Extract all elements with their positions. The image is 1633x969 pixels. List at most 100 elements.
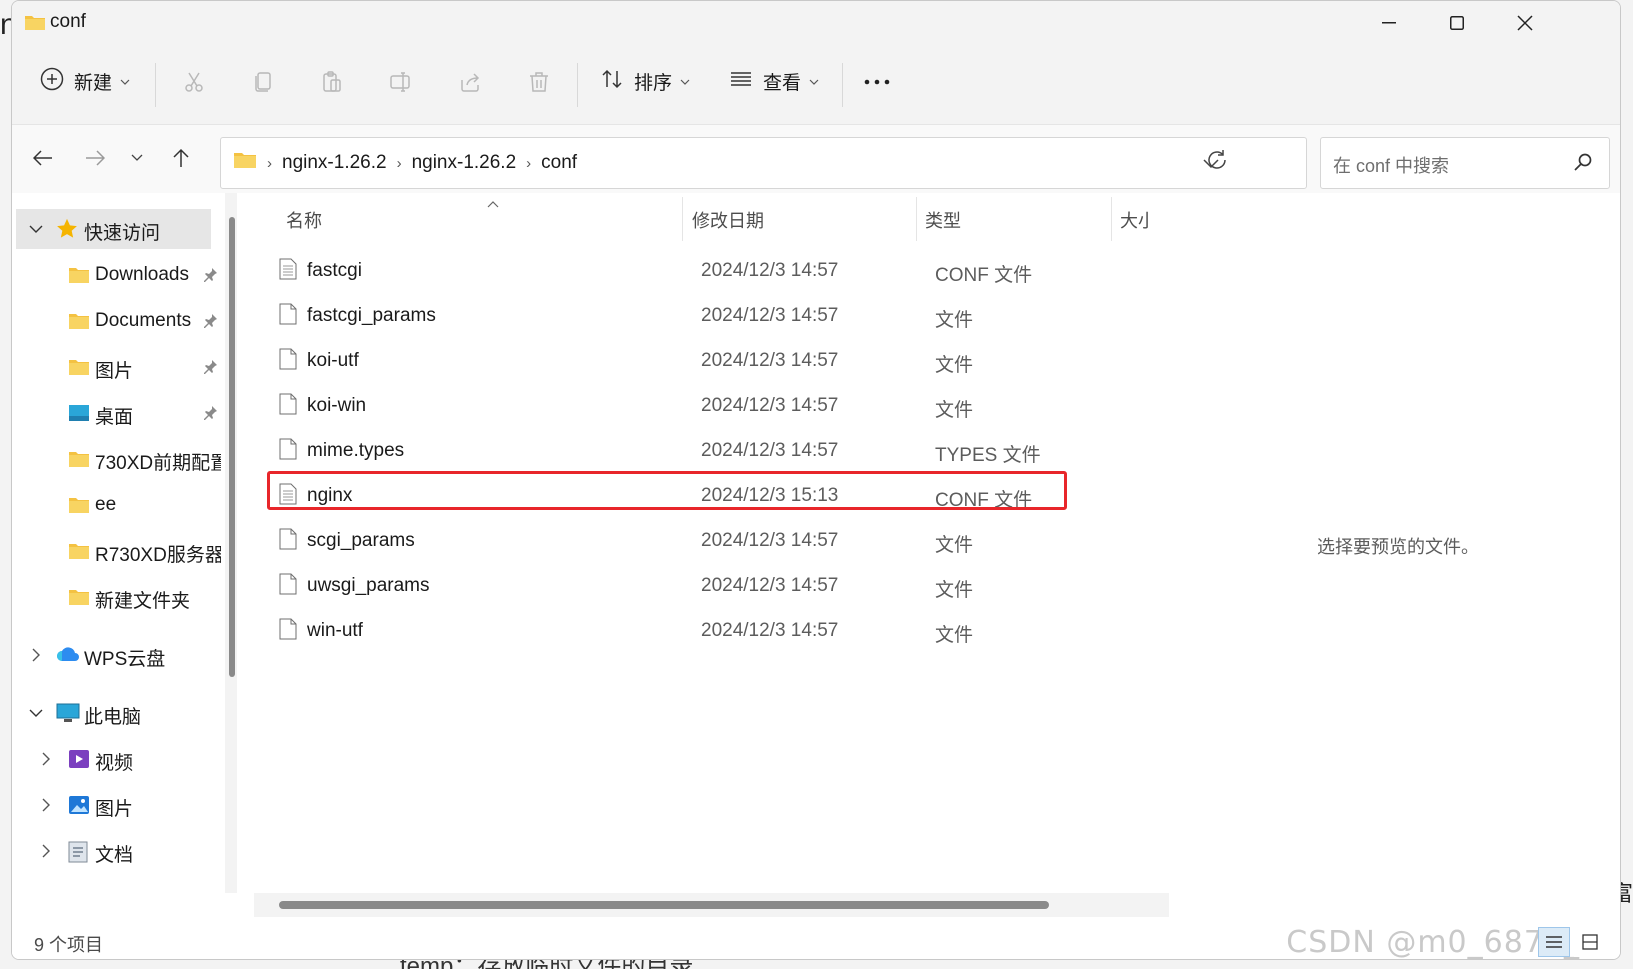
- column-divider[interactable]: [916, 197, 917, 241]
- chevron-down-icon: [809, 72, 819, 90]
- file-icon: [279, 573, 297, 600]
- details-view-icon[interactable]: [1538, 927, 1570, 957]
- share-icon[interactable]: [453, 65, 487, 99]
- sidebar-item-videos[interactable]: 视频: [16, 739, 221, 779]
- sidebar-item-quick-access[interactable]: 快速访问: [16, 209, 211, 249]
- delete-icon[interactable]: [522, 65, 556, 99]
- file-row[interactable]: mime.types 2024/12/3 14:57 TYPES 文件: [269, 429, 1169, 473]
- sidebar-item-pictures[interactable]: 图片: [16, 347, 221, 387]
- sidebar-scrollbar-thumb[interactable]: [229, 217, 235, 677]
- sidebar-item-this-pc[interactable]: 此电脑: [16, 693, 221, 733]
- sidebar-item-label: 文档: [95, 845, 134, 866]
- sidebar-item-wps-cloud[interactable]: WPS云盘: [16, 635, 221, 675]
- search-input[interactable]: 在 conf 中搜索: [1320, 137, 1610, 189]
- star-icon: [56, 218, 78, 246]
- file-modified-date: 2024/12/3 14:57: [701, 260, 839, 281]
- view-button[interactable]: 查看: [729, 59, 819, 103]
- forward-button[interactable]: [78, 141, 112, 175]
- address-bar[interactable]: › nginx-1.26.2 › nginx-1.26.2 › conf: [220, 137, 1307, 189]
- sidebar-item-label: 此电脑: [84, 707, 142, 728]
- column-header-name[interactable]: 名称: [286, 207, 322, 233]
- chevron-right-icon: [26, 645, 46, 665]
- maximize-button[interactable]: [1434, 7, 1480, 39]
- sidebar-item-ee[interactable]: ee: [16, 485, 221, 525]
- paste-icon[interactable]: [315, 65, 349, 99]
- video-icon: [68, 749, 90, 775]
- horizontal-scrollbar-thumb[interactable]: [279, 901, 1049, 909]
- column-header-size[interactable]: 大小: [1120, 207, 1150, 233]
- chevron-down-icon: [680, 72, 690, 90]
- folder-icon: [24, 13, 46, 36]
- image-icon: [68, 795, 90, 821]
- sidebar-item-new-folder[interactable]: 新建文件夹: [16, 577, 221, 617]
- file-type: 文件: [935, 580, 974, 601]
- more-options-icon[interactable]: [860, 65, 894, 99]
- toolbar-divider: [155, 63, 156, 107]
- file-name: win-utf: [307, 620, 363, 641]
- close-button[interactable]: [1502, 7, 1548, 39]
- file-row[interactable]: win-utf 2024/12/3 14:57 文件: [269, 609, 1169, 653]
- sidebar-item-label: 快速访问: [84, 223, 161, 244]
- sidebar-item-desktop[interactable]: 桌面: [16, 393, 221, 433]
- minimize-button[interactable]: [1366, 7, 1412, 39]
- file-modified-date: 2024/12/3 14:57: [701, 350, 839, 371]
- computer-icon: [56, 703, 80, 729]
- command-bar: 新建 排序 查看: [12, 45, 1620, 125]
- new-button[interactable]: 新建: [40, 59, 130, 103]
- breadcrumb-item[interactable]: nginx-1.26.2: [282, 152, 387, 174]
- file-type: TYPES 文件: [935, 445, 1041, 466]
- sidebar-item-730xd[interactable]: 730XD前期配置: [16, 439, 221, 479]
- conf-file-icon: [279, 258, 297, 285]
- recent-locations-button[interactable]: [120, 141, 154, 175]
- highlight-box: [267, 471, 1067, 510]
- search-icon[interactable]: [1573, 152, 1593, 177]
- sort-button-label: 排序: [634, 72, 673, 94]
- file-row[interactable]: fastcgi 2024/12/3 14:57 CONF 文件: [269, 249, 1169, 293]
- breadcrumb-item[interactable]: conf: [541, 152, 577, 174]
- chevron-right-icon: ›: [267, 154, 272, 172]
- up-button[interactable]: [164, 141, 198, 175]
- file-row[interactable]: scgi_params 2024/12/3 14:57 文件: [269, 519, 1169, 563]
- folder-icon: [68, 450, 90, 474]
- file-icon: [279, 528, 297, 555]
- chevron-right-icon: [36, 841, 56, 861]
- sort-button[interactable]: 排序: [600, 59, 690, 103]
- file-row[interactable]: fastcgi_params 2024/12/3 14:57 文件: [269, 294, 1169, 338]
- file-type: 文件: [935, 400, 974, 421]
- sidebar-item-r730xd[interactable]: R730XD服务器: [16, 531, 221, 571]
- cut-icon[interactable]: [177, 65, 211, 99]
- file-row[interactable]: koi-utf 2024/12/3 14:57 文件: [269, 339, 1169, 383]
- file-modified-date: 2024/12/3 14:57: [701, 620, 839, 641]
- column-header-type[interactable]: 类型: [925, 207, 961, 233]
- sidebar-item-pc-pictures[interactable]: 图片: [16, 785, 221, 825]
- sidebar-item-documents[interactable]: Documents: [16, 301, 221, 341]
- chevron-down-icon: [26, 703, 46, 723]
- pin-icon: [204, 359, 218, 381]
- folder-icon: [68, 312, 90, 336]
- file-name: mime.types: [307, 440, 405, 461]
- file-icon: [279, 303, 297, 330]
- back-button[interactable]: [26, 141, 60, 175]
- desktop-icon: [68, 404, 90, 428]
- rename-icon[interactable]: [384, 65, 418, 99]
- column-divider[interactable]: [682, 197, 683, 241]
- preview-message: 选择要预览的文件。: [1317, 537, 1479, 557]
- file-row[interactable]: koi-win 2024/12/3 14:57 文件: [269, 384, 1169, 428]
- cloud-icon: [56, 645, 80, 669]
- sidebar-item-downloads[interactable]: Downloads: [16, 255, 221, 295]
- column-divider[interactable]: [1111, 197, 1112, 241]
- tiles-view-icon[interactable]: [1574, 927, 1606, 957]
- file-icon: [279, 438, 297, 465]
- address-row: › nginx-1.26.2 › nginx-1.26.2 › conf 在 c…: [12, 125, 1620, 193]
- folder-icon: [68, 542, 90, 566]
- breadcrumb-item[interactable]: nginx-1.26.2: [412, 152, 517, 174]
- file-row[interactable]: uwsgi_params 2024/12/3 14:57 文件: [269, 564, 1169, 608]
- sidebar-item-pc-documents[interactable]: 文档: [16, 831, 221, 871]
- copy-icon[interactable]: [246, 65, 280, 99]
- file-modified-date: 2024/12/3 14:57: [701, 305, 839, 326]
- file-modified-date: 2024/12/3 14:57: [701, 575, 839, 596]
- sidebar-item-label: R730XD服务器: [95, 545, 221, 566]
- column-header-modified[interactable]: 修改日期: [692, 207, 764, 233]
- refresh-button[interactable]: [1200, 143, 1234, 177]
- file-name: koi-utf: [307, 350, 359, 371]
